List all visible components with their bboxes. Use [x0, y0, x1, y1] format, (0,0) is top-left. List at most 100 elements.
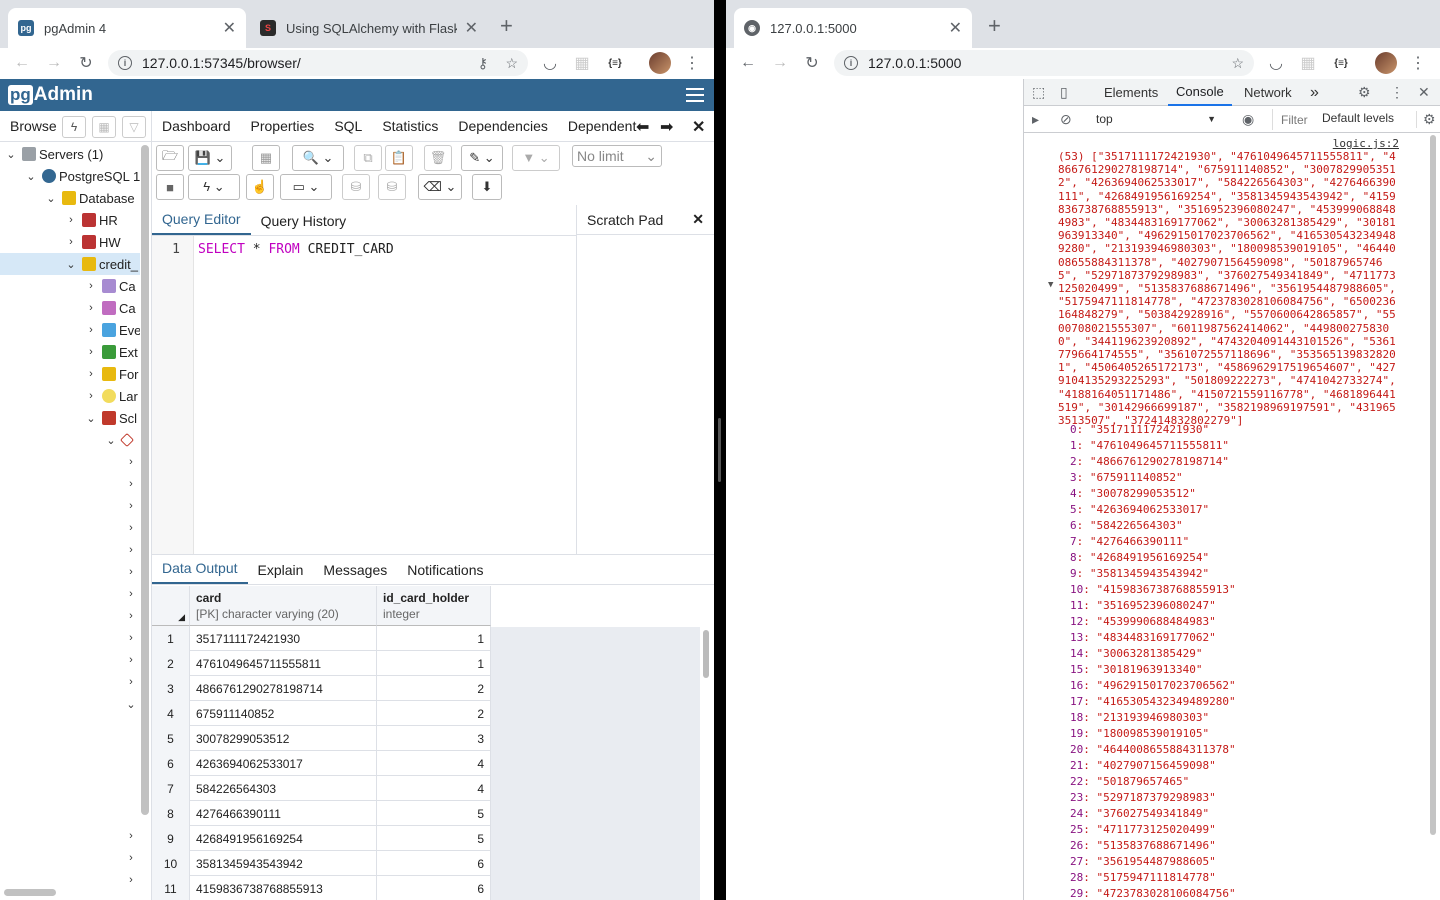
- star-icon[interactable]: ☆: [1231, 55, 1244, 72]
- profile-avatar[interactable]: [648, 51, 672, 75]
- sql-editor[interactable]: 1 SELECT * FROM CREDIT_CARD: [152, 235, 576, 555]
- id-card-holder-cell[interactable]: 2: [377, 701, 491, 726]
- stop-icon[interactable]: ■: [156, 174, 184, 200]
- paste-icon[interactable]: 📋: [385, 145, 413, 171]
- tab-scroll-right-icon[interactable]: ➡: [660, 117, 673, 137]
- delete-icon[interactable]: 🗑: [424, 145, 452, 171]
- id-card-holder-cell[interactable]: 5: [377, 801, 491, 826]
- live-expression-eye-icon[interactable]: ◉: [1242, 111, 1254, 128]
- table-row[interactable]: 6 4263694062533017 4: [152, 751, 491, 776]
- id-card-holder-cell[interactable]: 1: [377, 626, 491, 651]
- commit-icon[interactable]: ⛁: [342, 174, 370, 200]
- card-cell[interactable]: 3517111172421930: [190, 626, 377, 651]
- id-card-holder-cell[interactable]: 5: [377, 826, 491, 851]
- open-file-icon[interactable]: 🗁: [156, 145, 184, 171]
- tree-expander[interactable]: ›: [124, 517, 140, 539]
- table-row[interactable]: 7 584226564303 4: [152, 776, 491, 801]
- window-divider[interactable]: [714, 0, 726, 900]
- tree-expander[interactable]: ›: [124, 583, 140, 605]
- console-array-entry[interactable]: 12: "4539990688484983": [1070, 614, 1216, 630]
- tree-node-postgresql[interactable]: ⌄ PostgreSQL 1: [24, 165, 140, 187]
- tab-messages[interactable]: Messages: [313, 562, 397, 584]
- card-cell[interactable]: 4276466390111: [190, 801, 377, 826]
- close-tab-icon[interactable]: ✕: [949, 18, 962, 38]
- tree-expander[interactable]: ›: [124, 561, 140, 583]
- console-array-entry[interactable]: 8: "4268491956169254": [1070, 550, 1209, 566]
- console-array-entry[interactable]: 29: "4723783028106084756": [1070, 886, 1236, 900]
- column-header-card[interactable]: card [PK] character varying (20): [190, 586, 377, 626]
- tab-query-history[interactable]: Query History: [251, 213, 357, 235]
- view-data-icon[interactable]: ▦: [92, 116, 116, 138]
- table-row[interactable]: 9 4268491956169254 5: [152, 826, 491, 851]
- console-array-entry[interactable]: 18: "213193946980303": [1070, 710, 1209, 726]
- menu-kebab-icon[interactable]: ⋮: [1406, 51, 1430, 75]
- devtools-menu-icon[interactable]: ⋮: [1390, 84, 1404, 101]
- reload-icon[interactable]: ↻: [74, 51, 98, 75]
- inspect-element-icon[interactable]: ⬚: [1032, 84, 1045, 101]
- card-cell[interactable]: 4263694062533017: [190, 751, 377, 776]
- table-row[interactable]: 3 4866761290278198714 2: [152, 676, 491, 701]
- card-cell[interactable]: 4866761290278198714: [190, 676, 377, 701]
- id-card-holder-cell[interactable]: 6: [377, 876, 491, 900]
- tab-pgadmin[interactable]: pg pgAdmin 4 ✕: [8, 8, 246, 48]
- tab-explain[interactable]: Explain: [248, 562, 314, 584]
- row-number-cell[interactable]: 6: [152, 751, 190, 776]
- tree-expander[interactable]: ⌄: [124, 693, 140, 715]
- console-array-entry[interactable]: 22: "501879657465": [1070, 774, 1189, 790]
- expand-array-icon[interactable]: ▼: [1048, 280, 1053, 290]
- console-array-entry[interactable]: 14: "30063281385429": [1070, 646, 1202, 662]
- extension-icon[interactable]: ▦: [1296, 51, 1320, 75]
- console-array-entry[interactable]: 7: "4276466390111": [1070, 534, 1189, 550]
- tree-expander[interactable]: ›: [124, 825, 140, 847]
- tree-node-languages[interactable]: › Lar: [84, 385, 138, 407]
- console-array-entry[interactable]: 11: "3516952396080247": [1070, 598, 1216, 614]
- tree-expander[interactable]: ›: [124, 847, 140, 869]
- clear-console-icon[interactable]: ⊘: [1060, 111, 1072, 128]
- table-row[interactable]: 8 4276466390111 5: [152, 801, 491, 826]
- id-card-holder-cell[interactable]: 2: [377, 676, 491, 701]
- filter-icon[interactable]: ▽: [122, 116, 146, 138]
- console-array-entry[interactable]: 23: "5297187379298983": [1070, 790, 1216, 806]
- id-card-holder-cell[interactable]: 1: [377, 651, 491, 676]
- console-array-entry[interactable]: 10: "4159836738768855913": [1070, 582, 1236, 598]
- source-link[interactable]: logic.js:2: [1333, 137, 1399, 150]
- tab-localhost[interactable]: ◉ 127.0.0.1:5000 ✕: [734, 8, 972, 48]
- back-icon[interactable]: ←: [736, 51, 760, 75]
- id-card-holder-cell[interactable]: 4: [377, 751, 491, 776]
- tab-network[interactable]: Network: [1244, 79, 1292, 106]
- row-number-cell[interactable]: 7: [152, 776, 190, 801]
- tree-node-hr[interactable]: › HR: [64, 209, 118, 231]
- explain-icon[interactable]: ☝: [246, 174, 274, 200]
- pocket-icon[interactable]: ◡: [1264, 51, 1288, 75]
- tab-elements[interactable]: Elements: [1104, 79, 1158, 106]
- table-row[interactable]: 4 675911140852 2: [152, 701, 491, 726]
- card-cell[interactable]: 4159836738768855913: [190, 876, 377, 900]
- hamburger-menu-icon[interactable]: [686, 88, 704, 102]
- tab-scroll-left-icon[interactable]: ⬅: [636, 117, 649, 137]
- console-array-entry[interactable]: 17: "4165305432349489280": [1070, 694, 1236, 710]
- card-cell[interactable]: 4761049645711555811: [190, 651, 377, 676]
- console-settings-gear-icon[interactable]: ⚙: [1416, 111, 1436, 128]
- tab-data-output[interactable]: Data Output: [152, 560, 248, 584]
- address-bar[interactable]: i 127.0.0.1:5000 ☆: [834, 50, 1254, 76]
- console-array-entry[interactable]: 4: "30078299053512": [1070, 486, 1196, 502]
- tree-expander[interactable]: ›: [124, 539, 140, 561]
- json-extension-icon[interactable]: {≡}: [1329, 51, 1353, 75]
- console-array-entry[interactable]: 2: "4866761290278198714": [1070, 454, 1229, 470]
- close-panel-icon[interactable]: ✕: [692, 117, 705, 137]
- console-array-entry[interactable]: 5: "4263694062533017": [1070, 502, 1209, 518]
- query-tool-icon[interactable]: ϟ: [62, 116, 86, 138]
- back-icon[interactable]: ←: [10, 51, 34, 75]
- forward-icon[interactable]: →: [42, 51, 66, 75]
- tab-query-editor[interactable]: Query Editor: [152, 211, 251, 235]
- card-cell[interactable]: 3581345943543942: [190, 851, 377, 876]
- edit-data-icon[interactable]: ▦: [252, 145, 280, 171]
- console-scrollbar[interactable]: [1430, 135, 1436, 835]
- row-number-cell[interactable]: 8: [152, 801, 190, 826]
- sql-code[interactable]: SELECT * FROM CREDIT_CARD: [198, 242, 394, 257]
- id-card-holder-cell[interactable]: 3: [377, 726, 491, 751]
- more-tabs-icon[interactable]: »: [1310, 79, 1319, 106]
- filter-icon[interactable]: ▼ ⌄: [512, 145, 560, 171]
- console-array-entry[interactable]: 28: "5175947111814778": [1070, 870, 1216, 886]
- tree-node-servers[interactable]: ⌄ Servers (1): [4, 143, 103, 165]
